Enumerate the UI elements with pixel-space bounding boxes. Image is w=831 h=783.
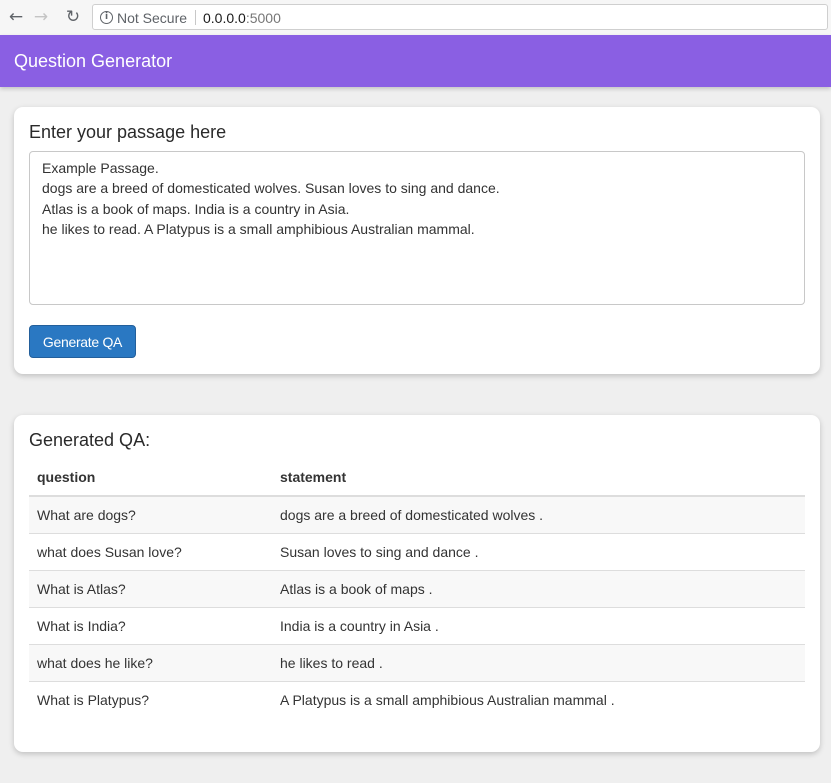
table-row: What is Platypus? A Platypus is a small …: [29, 680, 805, 718]
generated-qa-card: Generated QA: question statement What ar…: [14, 415, 820, 752]
table-row: what does he like? he likes to read .: [29, 643, 805, 681]
app-navbar: Question Generator: [0, 35, 831, 87]
browser-toolbar: ← → ↻ i Not Secure 0.0.0.0:5000: [0, 0, 831, 35]
url-port: :5000: [245, 10, 281, 26]
question-cell: what does Susan love?: [29, 532, 272, 570]
app-brand[interactable]: Question Generator: [14, 51, 172, 71]
statement-cell: Susan loves to sing and dance .: [272, 532, 805, 570]
table-row: what does Susan love? Susan loves to sin…: [29, 532, 805, 570]
url-text[interactable]: 0.0.0.0:5000: [203, 9, 281, 27]
address-bar[interactable]: i Not Secure 0.0.0.0:5000: [92, 4, 828, 30]
question-cell: What is Atlas?: [29, 569, 272, 607]
question-cell: What is India?: [29, 606, 272, 644]
statement-cell: he likes to read .: [272, 643, 805, 681]
statement-cell: A Platypus is a small amphibious Austral…: [272, 680, 805, 718]
generate-qa-button[interactable]: Generate QA: [29, 325, 136, 358]
column-header-statement: statement: [272, 459, 805, 497]
question-cell: What is Platypus?: [29, 680, 272, 718]
question-cell: what does he like?: [29, 643, 272, 681]
forward-arrow-icon[interactable]: →: [30, 6, 52, 28]
statement-cell: India is a country in Asia .: [272, 606, 805, 644]
back-arrow-icon[interactable]: ←: [5, 6, 27, 28]
qa-table: question statement What are dogs? dogs a…: [29, 459, 805, 718]
generated-qa-title: Generated QA:: [29, 430, 151, 450]
url-host: 0.0.0.0: [203, 10, 246, 26]
passage-card: Enter your passage here Example Passage.…: [14, 107, 820, 374]
question-cell: What are dogs?: [37, 506, 136, 523]
security-label: Not Secure: [117, 10, 188, 26]
column-header-question: question: [29, 459, 272, 497]
passage-card-title: Enter your passage here: [29, 122, 227, 142]
info-icon[interactable]: i: [100, 11, 113, 24]
url-divider: [195, 10, 196, 25]
table-row: What is Atlas? Atlas is a book of maps .: [29, 569, 805, 607]
table-header-row: question statement: [29, 459, 805, 497]
table-row: What is India? India is a country in Asi…: [29, 606, 805, 644]
statement-cell: Atlas is a book of maps .: [272, 569, 805, 607]
statement-cell: dogs are a breed of domesticated wolves …: [280, 506, 544, 523]
reload-icon[interactable]: ↻: [62, 6, 84, 28]
passage-textarea[interactable]: Example Passage. dogs are a breed of dom…: [29, 151, 805, 305]
table-row: What are dogs? dogs are a breed of domes…: [29, 496, 805, 533]
